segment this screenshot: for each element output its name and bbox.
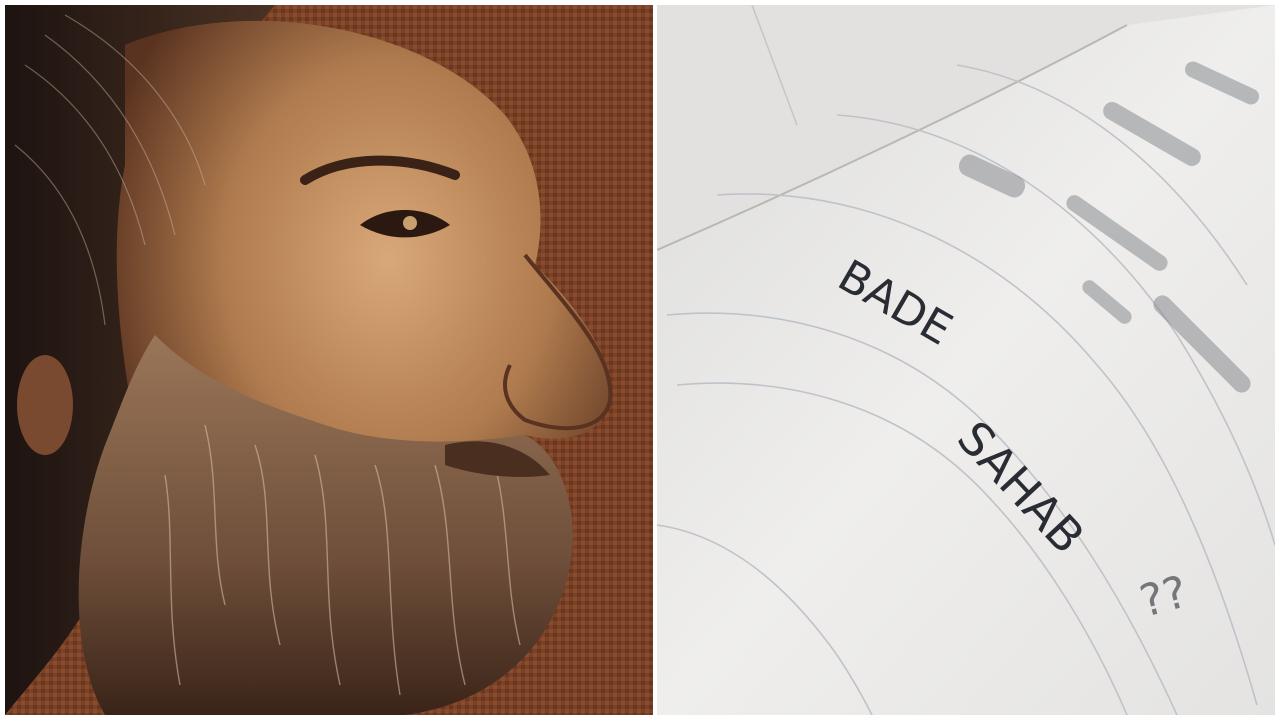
portrait-photo	[5, 5, 653, 715]
iris	[403, 216, 417, 230]
portrait-illustration	[5, 5, 653, 715]
notebook-illustration: BADE SAHAB ??	[657, 5, 1275, 715]
notebook-photo: BADE SAHAB ??	[657, 5, 1275, 715]
ear	[17, 355, 73, 455]
photo-collage: BADE SAHAB ??	[0, 0, 1280, 720]
